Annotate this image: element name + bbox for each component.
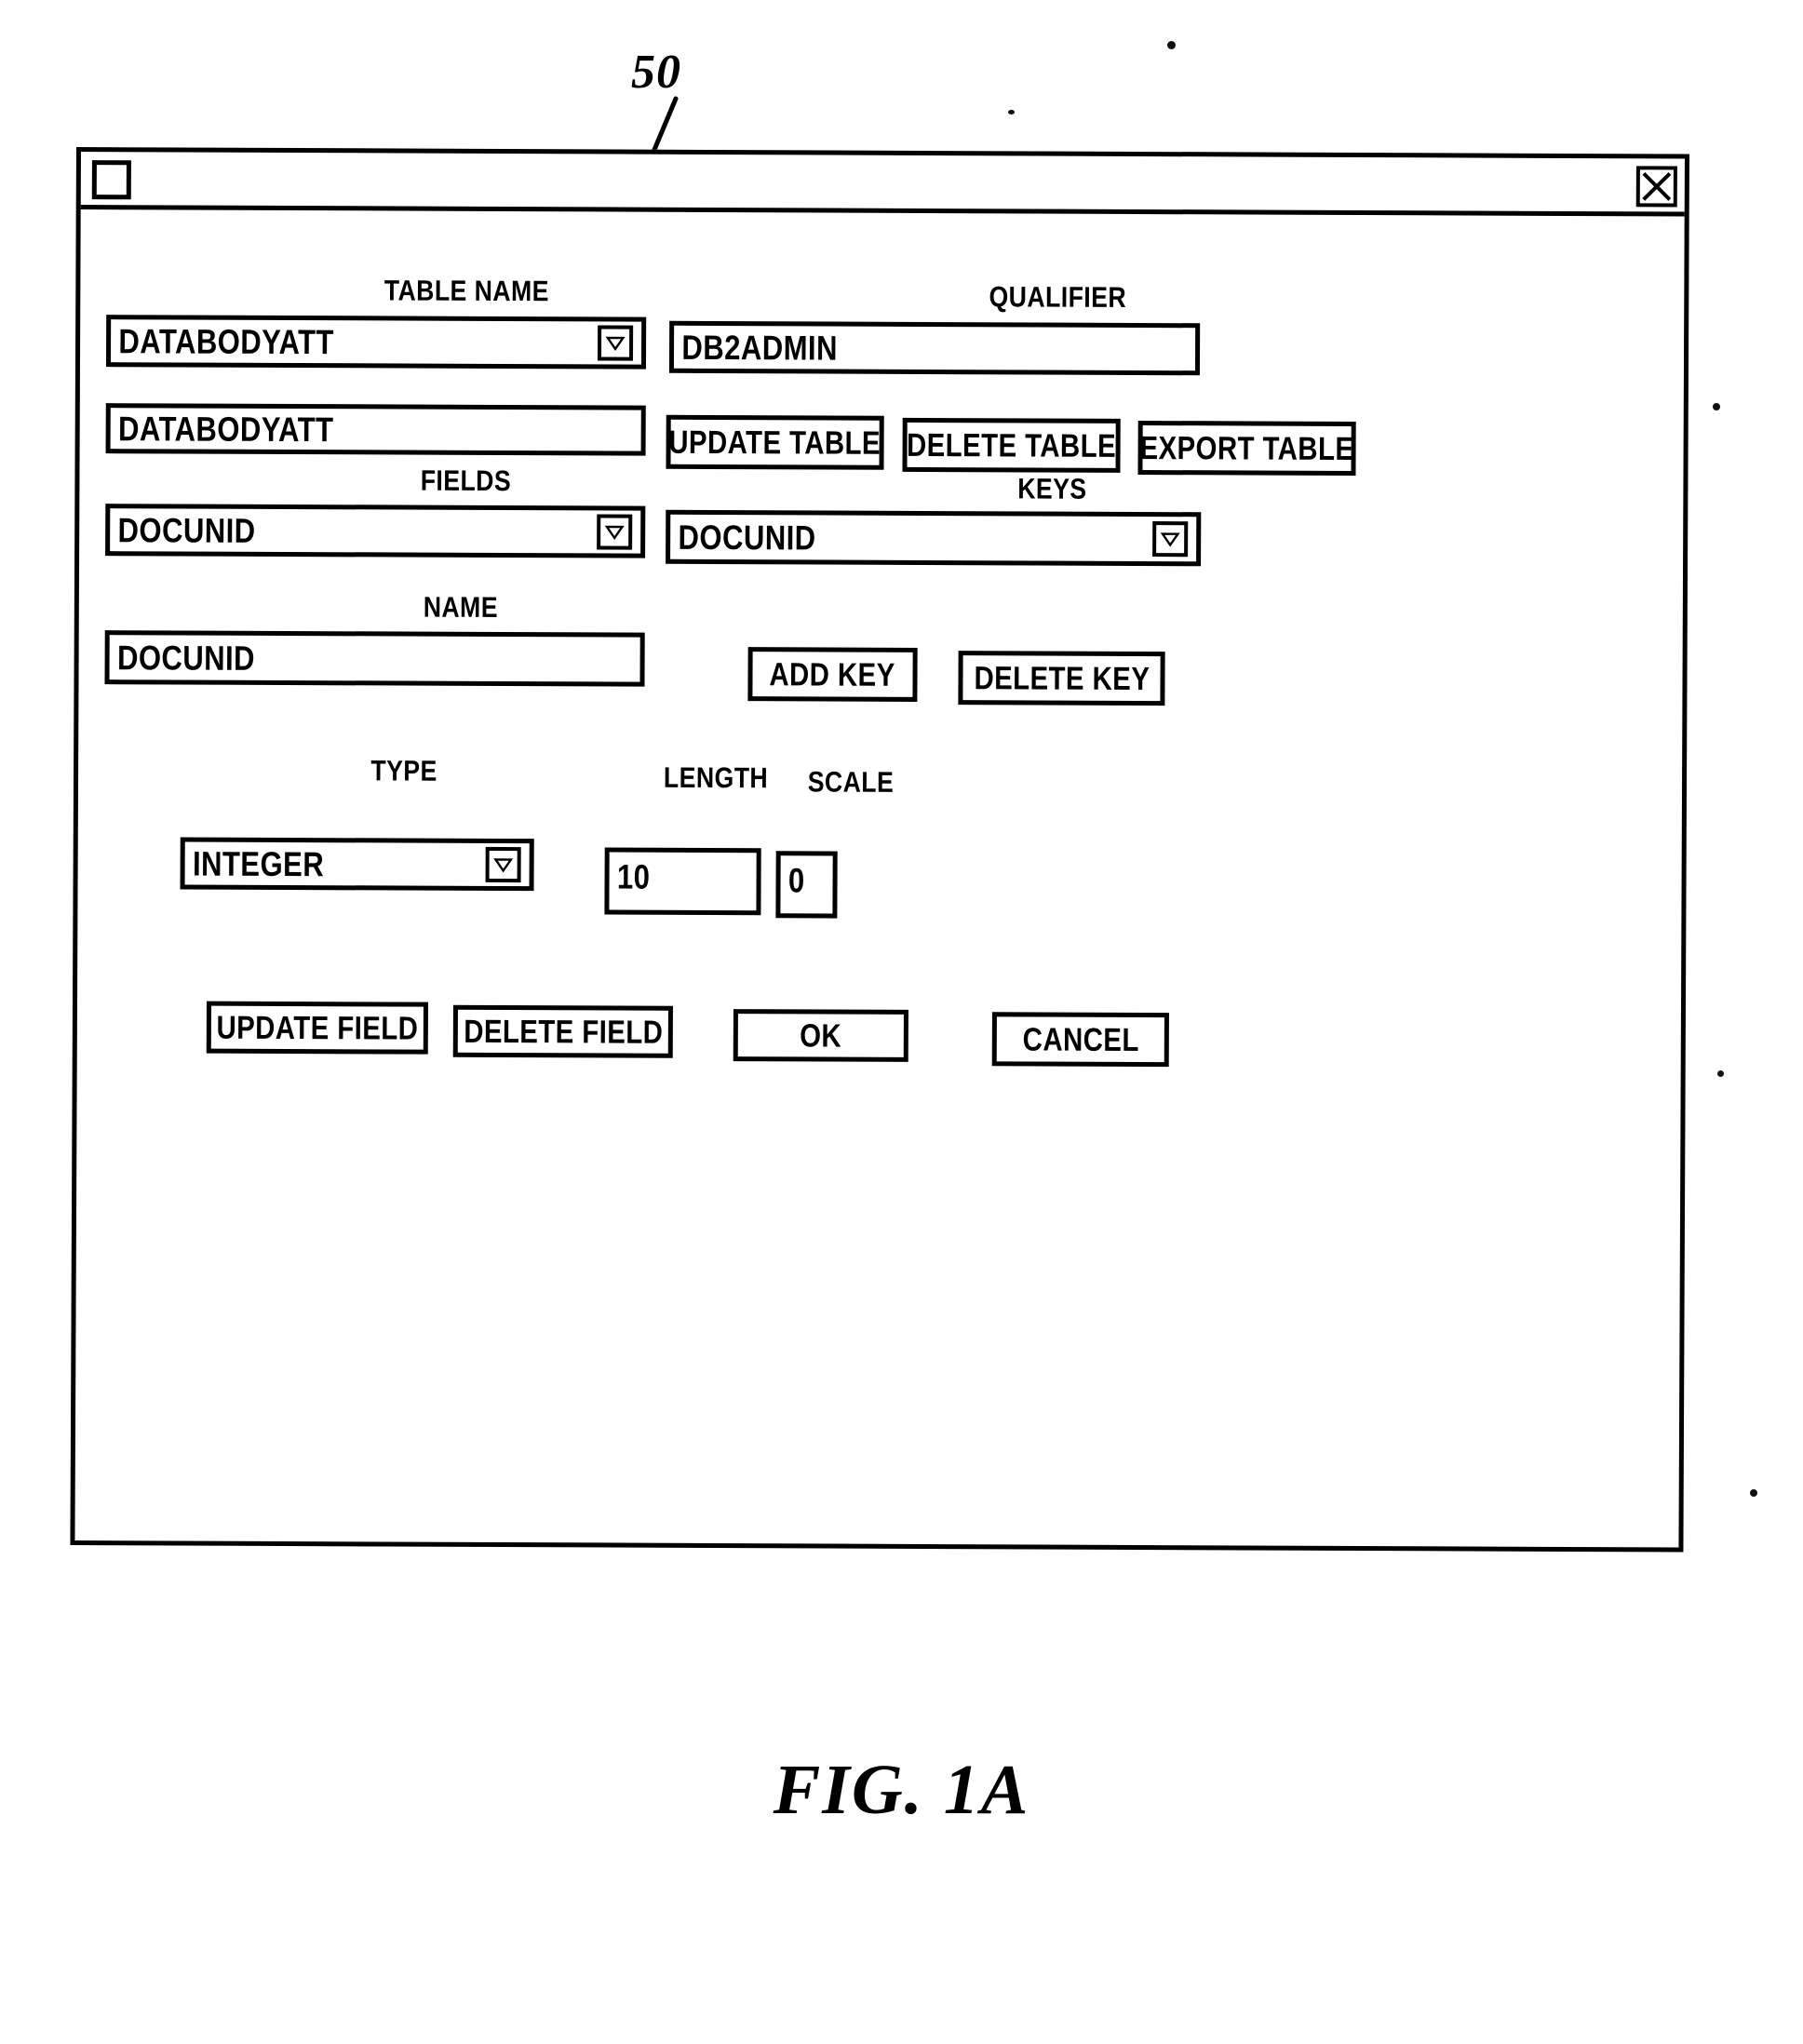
ok-button[interactable]: OK	[733, 1009, 908, 1062]
patent-figure-sheet: 50 TABLE NAME DATABODYATT QUALIFIER DB2A…	[0, 0, 1803, 2044]
table-alias-value: DATABODYATT	[117, 409, 334, 449]
chevron-down-icon[interactable]	[598, 325, 634, 361]
table-alias-input[interactable]: DATABODYATT	[105, 403, 646, 456]
type-value: INTEGER	[192, 844, 325, 883]
keys-label: KEYS	[1017, 472, 1087, 505]
scale-value: 0	[787, 861, 805, 900]
type-label: TYPE	[370, 754, 437, 787]
keys-value: DOCUNID	[678, 518, 816, 557]
update-field-button[interactable]: UPDATE FIELD	[206, 1001, 428, 1055]
update-table-button[interactable]: UPDATE TABLE	[666, 414, 884, 470]
length-value: 10	[616, 857, 651, 896]
name-input[interactable]: DOCUNID	[104, 630, 645, 687]
name-label: NAME	[423, 590, 499, 624]
qualifier-value: DB2ADMIN	[681, 328, 838, 368]
fields-label: FIELDS	[420, 464, 512, 498]
db-table-editor-window: TABLE NAME DATABODYATT QUALIFIER DB2ADMI…	[70, 147, 1689, 1553]
scale-label: SCALE	[807, 765, 895, 799]
scan-speck	[1717, 1070, 1724, 1077]
delete-table-button-label: DELETE TABLE	[907, 426, 1117, 464]
delete-key-button[interactable]: DELETE KEY	[958, 651, 1165, 706]
table-name-combobox[interactable]: DATABODYATT	[105, 315, 647, 370]
figure-caption: FIG. 1A	[773, 1751, 1030, 1829]
add-key-button[interactable]: ADD KEY	[747, 647, 918, 702]
update-table-button-label: UPDATE TABLE	[668, 424, 881, 462]
delete-table-button[interactable]: DELETE TABLE	[902, 417, 1121, 473]
length-input[interactable]: 10	[604, 847, 761, 916]
chevron-down-icon[interactable]	[1152, 521, 1189, 558]
cancel-button-label: CANCEL	[1022, 1020, 1139, 1058]
chevron-down-icon[interactable]	[597, 514, 633, 550]
scale-input[interactable]: 0	[775, 851, 838, 919]
add-key-button-label: ADD KEY	[769, 655, 896, 693]
fields-value: DOCUNID	[117, 510, 256, 550]
window-titlebar	[80, 152, 1685, 217]
ok-button-label: OK	[800, 1016, 842, 1055]
export-table-button-label: EXPORT TABLE	[1139, 429, 1354, 467]
table-name-label: TABLE NAME	[383, 274, 549, 308]
scan-speck	[1008, 110, 1015, 114]
qualifier-input[interactable]: DB2ADMIN	[668, 320, 1201, 376]
system-menu-icon[interactable]	[91, 160, 131, 200]
scan-speck	[1167, 41, 1176, 49]
delete-field-button[interactable]: DELETE FIELD	[452, 1004, 673, 1058]
window-client-area: TABLE NAME DATABODYATT QUALIFIER DB2ADMI…	[74, 209, 1684, 1553]
reference-numeral-50: 50	[631, 46, 681, 99]
fields-combobox[interactable]: DOCUNID	[105, 504, 646, 558]
table-name-value: DATABODYATT	[118, 321, 334, 361]
close-icon[interactable]	[1635, 166, 1677, 208]
delete-key-button-label: DELETE KEY	[974, 659, 1150, 697]
scan-speck	[1750, 1489, 1757, 1497]
type-combobox[interactable]: INTEGER	[180, 837, 534, 892]
keys-combobox[interactable]: DOCUNID	[666, 509, 1202, 567]
qualifier-label: QUALIFIER	[989, 280, 1127, 314]
chevron-down-icon[interactable]	[485, 846, 521, 883]
cancel-button[interactable]: CANCEL	[991, 1012, 1169, 1068]
name-value: DOCUNID	[116, 638, 256, 678]
export-table-button[interactable]: EXPORT TABLE	[1137, 420, 1356, 477]
update-field-button-label: UPDATE FIELD	[216, 1009, 419, 1047]
scan-speck	[1713, 403, 1720, 410]
delete-field-button-label: DELETE FIELD	[463, 1013, 664, 1051]
